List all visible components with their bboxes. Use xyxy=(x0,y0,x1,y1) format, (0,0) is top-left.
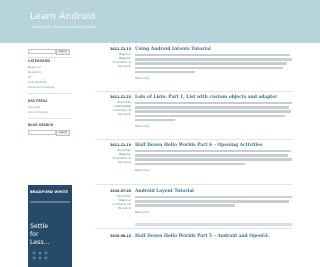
post-divider xyxy=(95,228,292,229)
excerpt-line xyxy=(135,110,291,113)
site-header: Learn Android Tutorials for Developing w… xyxy=(0,0,320,43)
category-link[interactable]: Graphics xyxy=(28,70,41,74)
read-more-link[interactable]: Read more xyxy=(135,77,292,80)
ad-tagline-line: Settle xyxy=(30,223,49,230)
rss-link[interactable]: All posts xyxy=(28,105,40,109)
sidebar: Search CATEGORIES Beginner Graphics UI I… xyxy=(28,47,72,267)
read-more-link[interactable]: Read more xyxy=(135,125,292,128)
excerpt-line xyxy=(135,149,291,153)
post-date: 2011.11.19 xyxy=(110,143,131,147)
categories-heading: CATEGORIES xyxy=(28,59,51,63)
post-date: 2010.06.22 xyxy=(110,234,131,238)
ad-tagline-line: Less... xyxy=(30,239,50,246)
excerpt-line xyxy=(135,195,292,199)
site-title[interactable]: Learn Android xyxy=(30,12,95,22)
excerpt-line xyxy=(135,162,245,166)
category-link[interactable]: Beginner xyxy=(28,65,41,69)
excerpt-line xyxy=(135,119,175,122)
post-date: 2010.07.03 xyxy=(110,189,131,193)
post-permalink[interactable]: Permalink xyxy=(95,161,131,165)
post-meta: 2010.06.22 xyxy=(95,234,131,238)
post-meta: 2011.12.13 Beginner Beginner Comments (1… xyxy=(95,47,131,69)
advertisement-banner[interactable]: BRADFORD WHITE Settle for Less... xyxy=(28,185,72,267)
post-body: Using Android Intents Tutorial Read more xyxy=(135,47,292,80)
read-more-link[interactable]: Read more xyxy=(135,211,292,214)
post-list: 2011.12.13 Beginner Beginner Comments (1… xyxy=(95,47,295,243)
post: 2011.11.19 Revolutian Beginner Comments … xyxy=(95,143,295,185)
search-input[interactable] xyxy=(28,49,56,54)
post: 2010.07.03 Revolutian Beginner Comments … xyxy=(95,189,295,229)
post-meta: 2011.11.19 Revolutian Beginner Comments … xyxy=(95,143,131,165)
post-divider xyxy=(95,139,292,140)
excerpt-line xyxy=(135,204,235,207)
post-divider xyxy=(95,184,292,185)
post-title[interactable]: Using Android Intents Tutorial xyxy=(135,47,292,52)
post-permalink[interactable]: Permalink xyxy=(95,65,131,69)
read-more-link[interactable]: Read more xyxy=(135,169,292,172)
post-meta: 2011.11.22 Revolutian Intermediate Comme… xyxy=(95,95,131,117)
post-permalink[interactable]: Permalink xyxy=(95,113,131,117)
category-link[interactable]: Intermediate xyxy=(28,80,47,84)
excerpt-line xyxy=(135,62,287,65)
category-link[interactable]: UI xyxy=(28,75,31,79)
excerpt-line xyxy=(135,66,283,70)
post-meta: 2010.07.03 Revolutian Beginner Comments … xyxy=(95,189,131,211)
ad-divider xyxy=(30,201,70,203)
excerpt-line xyxy=(135,200,289,203)
post-date: 2011.11.22 xyxy=(110,95,131,99)
rss-heading: RSS FEEDS xyxy=(28,99,48,103)
excerpt-line xyxy=(135,158,292,161)
ad-pattern-icon xyxy=(32,251,48,260)
excerpt-line xyxy=(135,53,290,57)
post-body: Android Layout Tutorial Read more xyxy=(135,189,292,214)
post-title[interactable]: Android Layout Tutorial xyxy=(135,189,292,194)
divider xyxy=(28,57,72,58)
post-title[interactable]: Half Dozen Hello Worlds Part 6 – Opening… xyxy=(135,143,292,148)
excerpt-line xyxy=(135,154,288,157)
site-subtitle: Tutorials for Developing with Android xyxy=(31,25,96,29)
blog-search-heading: BLOG SEARCH xyxy=(28,123,54,127)
post-date: 2011.12.13 xyxy=(110,47,131,51)
category-link[interactable]: Tools and Analysis xyxy=(28,85,54,89)
ad-tagline-line: for xyxy=(30,231,39,238)
ad-logo: BRADFORD WHITE xyxy=(30,190,68,194)
divider xyxy=(28,93,72,94)
rss-link[interactable]: All comments xyxy=(28,110,48,114)
ad-tagline: Settle for Less... xyxy=(30,223,72,247)
inline-ad-strip[interactable] xyxy=(135,223,292,226)
blog-search-input[interactable] xyxy=(28,130,56,135)
excerpt-line xyxy=(135,71,195,74)
divider xyxy=(28,118,72,119)
post: 2011.12.13 Beginner Beginner Comments (1… xyxy=(95,47,295,92)
post-body: Lots of Lists: Part 1, List with custom … xyxy=(135,95,292,128)
post-title[interactable]: Lots of Lists: Part 1, List with custom … xyxy=(135,95,292,100)
post: 2010.06.22 Half Dozen Hello Worlds Part … xyxy=(95,234,295,244)
post: 2011.11.22 Revolutian Intermediate Comme… xyxy=(95,95,295,140)
search-button[interactable]: Search xyxy=(56,48,70,55)
blog-search-button[interactable]: Search xyxy=(56,129,70,136)
post-divider xyxy=(95,91,292,92)
excerpt-line xyxy=(135,58,292,61)
post-body: Half Dozen Hello Worlds Part 5 – Android… xyxy=(135,234,292,239)
post-title[interactable]: Half Dozen Hello Worlds Part 5 – Android… xyxy=(135,234,292,239)
excerpt-line xyxy=(135,101,292,105)
post-body: Half Dozen Hello Worlds Part 6 – Opening… xyxy=(135,143,292,172)
excerpt-line xyxy=(135,114,285,118)
excerpt-line xyxy=(135,106,289,109)
post-permalink[interactable]: Permalink xyxy=(95,207,131,211)
